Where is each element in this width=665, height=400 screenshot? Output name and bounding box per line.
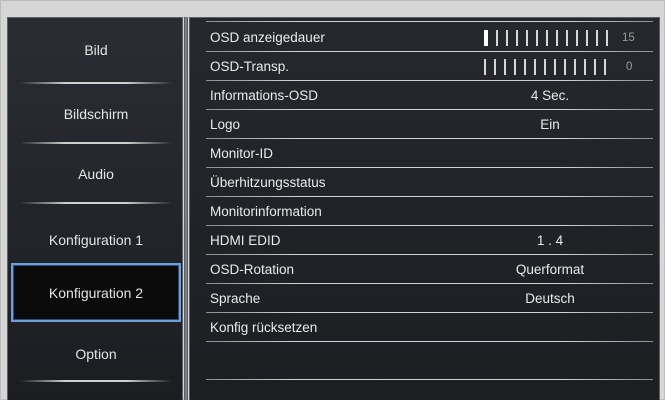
row-konfig-ruecksetzen[interactable]: Konfig rücksetzen <box>190 313 659 342</box>
row-label: Konfig rücksetzen <box>210 320 318 335</box>
row-informations-osd[interactable]: Informations-OSD 4 Sec. <box>190 81 659 110</box>
slider-tick <box>564 59 566 75</box>
row-monitor-id[interactable]: Monitor-ID <box>190 139 659 168</box>
row-ueberhitzungsstatus[interactable]: Überhitzungsstatus <box>190 168 659 197</box>
slider-tick <box>484 30 488 46</box>
sidebar: Bild Bildschirm Audio Konfiguration 1 Ko… <box>7 17 183 400</box>
sidebar-item-bild[interactable]: Bild <box>8 18 184 82</box>
row-label: Logo <box>210 117 241 132</box>
slider-tick <box>494 59 496 75</box>
row-label: OSD-Rotation <box>210 262 295 277</box>
row-label: OSD-Transp. <box>210 59 290 74</box>
slider-value: 0 <box>626 61 633 73</box>
slider-tick <box>524 59 526 75</box>
row-value: Deutsch <box>525 291 575 306</box>
slider-tick <box>604 59 606 75</box>
row-value: Querformat <box>515 262 585 277</box>
panel-divider <box>184 17 188 400</box>
slider-tick <box>536 30 538 46</box>
slider-tick <box>544 59 546 75</box>
row-value: 1 . 4 <box>536 233 564 248</box>
slider-tick <box>514 59 516 75</box>
sidebar-item-label: Bild <box>84 42 108 58</box>
sidebar-divider <box>20 380 172 382</box>
row-monitorinformation[interactable]: Monitorinformation <box>190 197 659 226</box>
row-osd-transp[interactable]: OSD-Transp. 0 <box>190 52 659 81</box>
row-divider <box>206 341 653 342</box>
slider-tick <box>516 30 518 46</box>
slider-tick <box>484 59 486 75</box>
row-label: Überhitzungsstatus <box>210 175 326 190</box>
slider-tick <box>556 30 558 46</box>
slider-tick <box>606 30 608 46</box>
row-hdmi-edid[interactable]: HDMI EDID 1 . 4 <box>190 226 659 255</box>
slider-tick <box>594 59 596 75</box>
osd-menu: Bild Bildschirm Audio Konfiguration 1 Ko… <box>0 0 665 400</box>
slider-tick <box>504 59 506 75</box>
sidebar-item-label: Bildschirm <box>63 106 129 122</box>
slider-tick <box>554 59 556 75</box>
empty-row <box>190 350 659 380</box>
osd-anzeigedauer-slider[interactable] <box>484 30 608 46</box>
slider-tick <box>546 30 548 46</box>
slider-tick <box>576 30 578 46</box>
slider-tick <box>596 30 598 46</box>
sidebar-item-audio[interactable]: Audio <box>8 142 184 206</box>
row-osd-rotation[interactable]: OSD-Rotation Querformat <box>190 255 659 284</box>
slider-tick <box>586 30 588 46</box>
sidebar-item-bildschirm[interactable]: Bildschirm <box>8 82 184 146</box>
row-label: Informations-OSD <box>210 88 319 103</box>
sidebar-item-label: Konfiguration 2 <box>48 284 144 301</box>
slider-tick <box>526 30 528 46</box>
row-osd-anzeigedauer[interactable]: OSD anzeigedauer 15 <box>190 23 659 52</box>
row-divider <box>206 379 653 380</box>
sidebar-divider <box>20 202 172 204</box>
slider-value: 15 <box>622 32 635 44</box>
row-label: Monitorinformation <box>210 204 322 219</box>
row-label: Monitor-ID <box>210 146 274 161</box>
sidebar-item-label: Option <box>75 346 117 362</box>
slider-tick <box>496 30 498 46</box>
row-divider <box>206 21 653 22</box>
row-label: OSD anzeigedauer <box>210 30 325 45</box>
sidebar-item-konfiguration-2[interactable]: Konfiguration 2 <box>11 263 181 322</box>
slider-tick <box>566 30 568 46</box>
row-value: Ein <box>540 117 560 132</box>
row-logo[interactable]: Logo Ein <box>190 110 659 139</box>
row-label: Sprache <box>210 291 261 306</box>
row-sprache[interactable]: Sprache Deutsch <box>190 284 659 313</box>
sidebar-item-option[interactable]: Option <box>8 322 184 386</box>
slider-tick <box>534 59 536 75</box>
settings-panel: OSD anzeigedauer 15 OSD-Transp. 0 Inform… <box>189 17 660 400</box>
slider-tick <box>584 59 586 75</box>
row-label: HDMI EDID <box>210 233 281 248</box>
sidebar-item-label: Audio <box>78 166 114 182</box>
slider-tick <box>574 59 576 75</box>
row-value: 4 Sec. <box>530 88 570 103</box>
slider-tick <box>506 30 508 46</box>
osd-transp-slider[interactable] <box>484 59 606 75</box>
sidebar-item-label: Konfiguration 1 <box>48 232 144 248</box>
